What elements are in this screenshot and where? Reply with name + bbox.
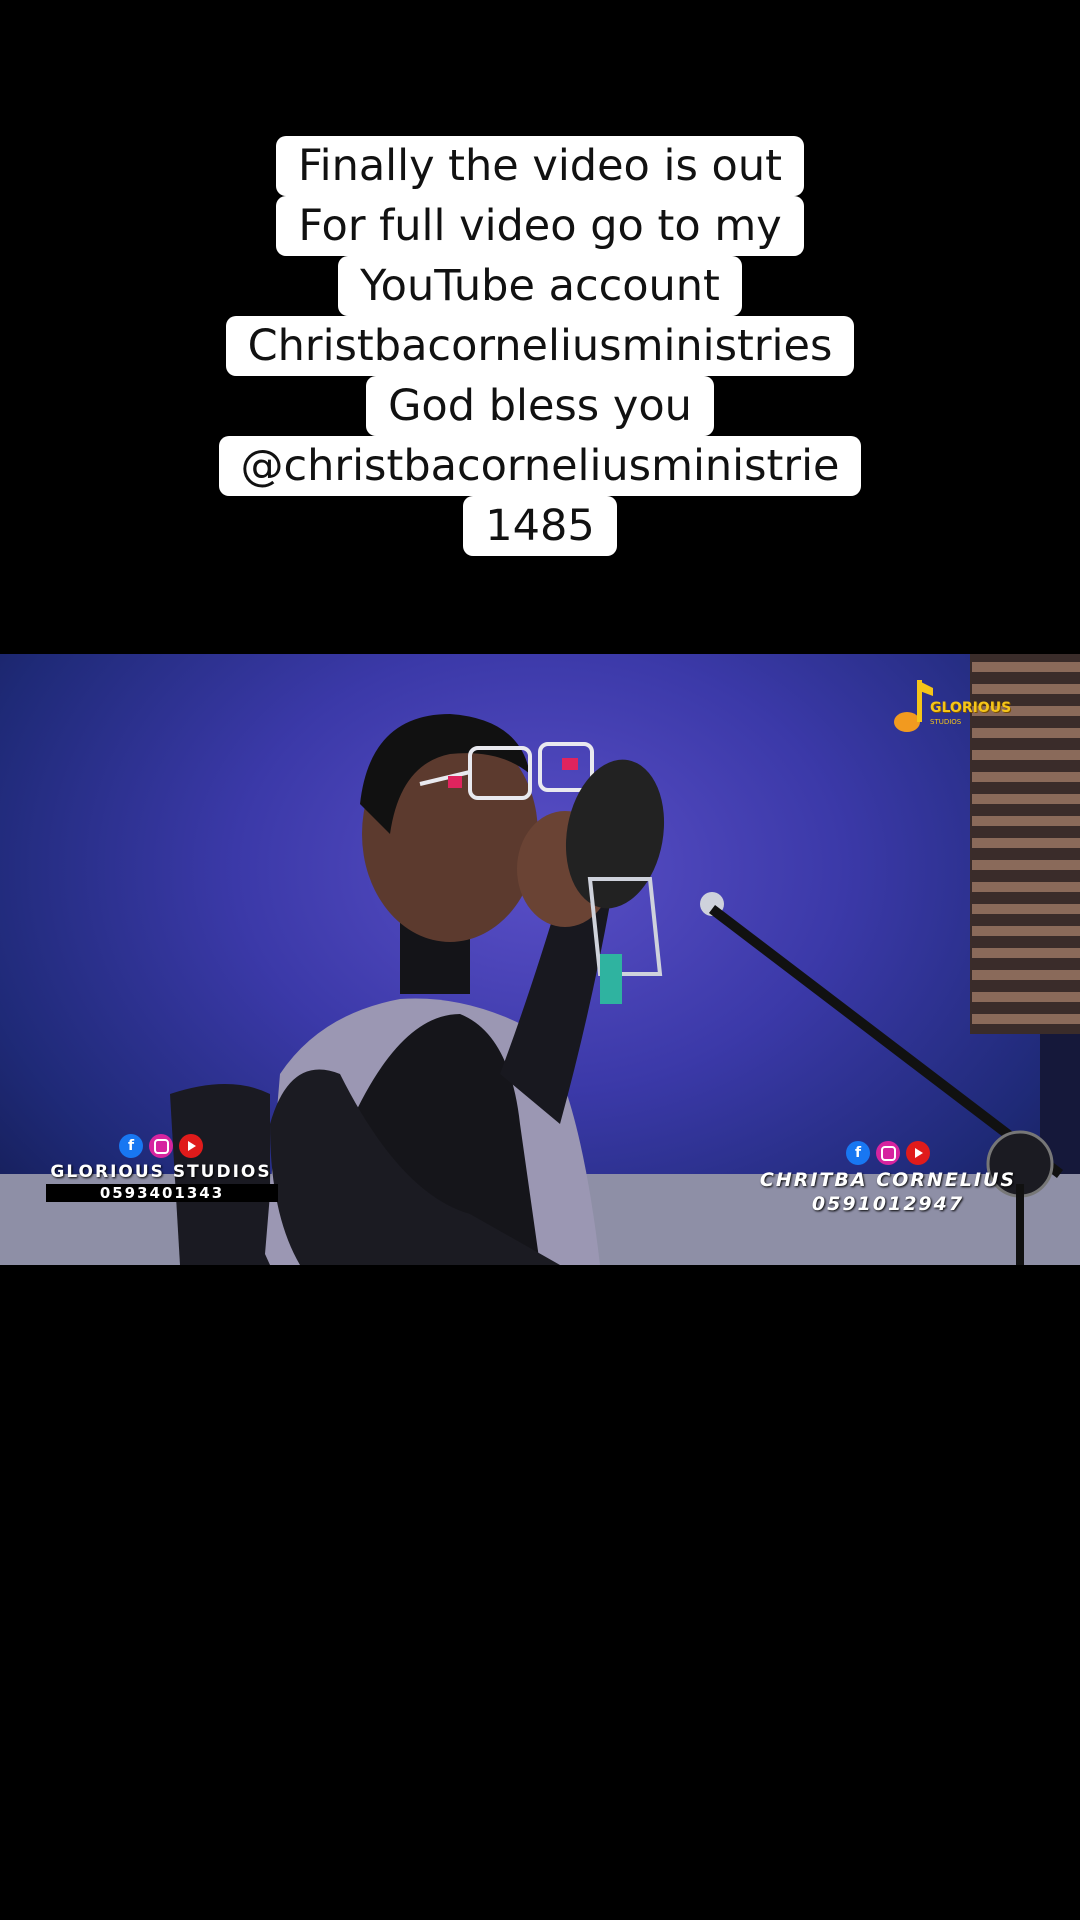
facebook-icon: f bbox=[119, 1134, 143, 1158]
caption-line: 1485 bbox=[463, 496, 617, 556]
caption-line: YouTube account bbox=[338, 256, 742, 316]
studio-phone: 0593401343 bbox=[46, 1184, 278, 1202]
caption-line: Christbacorneliusministries bbox=[225, 316, 855, 376]
video-player[interactable]: GLORIOUS STUDIOS f GLORIOUS STUDIOS 0593… bbox=[0, 654, 1080, 1265]
caption-overlay: Finally the video is out For full video … bbox=[0, 136, 1080, 556]
caption-line: @christbacorneliusministrie bbox=[218, 436, 862, 496]
studio-logo-subtext: STUDIOS bbox=[930, 718, 962, 726]
studio-logo: GLORIOUS STUDIOS bbox=[893, 674, 1013, 738]
lower-third-artist: f CHRITBA CORNELIUS 0591012947 bbox=[752, 1141, 1024, 1215]
social-icons: f bbox=[752, 1141, 1024, 1165]
artist-phone: 0591012947 bbox=[811, 1193, 965, 1215]
person-singing bbox=[265, 714, 613, 1265]
instagram-icon bbox=[876, 1141, 900, 1165]
social-icons: f bbox=[46, 1134, 276, 1158]
facebook-icon: f bbox=[846, 1141, 870, 1165]
reel-screen: Finally the video is out For full video … bbox=[0, 0, 1080, 1920]
instagram-icon bbox=[149, 1134, 173, 1158]
youtube-icon bbox=[906, 1141, 930, 1165]
studio-name: GLORIOUS STUDIOS bbox=[50, 1162, 272, 1182]
caption-line: God bless you bbox=[366, 376, 714, 436]
lower-third-studio: f GLORIOUS STUDIOS 0593401343 bbox=[46, 1134, 278, 1202]
caption-line: For full video go to my bbox=[276, 196, 804, 256]
artist-name: CHRITBA CORNELIUS bbox=[759, 1169, 1017, 1191]
studio-logo-text: GLORIOUS bbox=[930, 700, 1012, 716]
caption-line: Finally the video is out bbox=[276, 136, 804, 196]
music-note-icon bbox=[894, 680, 933, 732]
youtube-icon bbox=[179, 1134, 203, 1158]
